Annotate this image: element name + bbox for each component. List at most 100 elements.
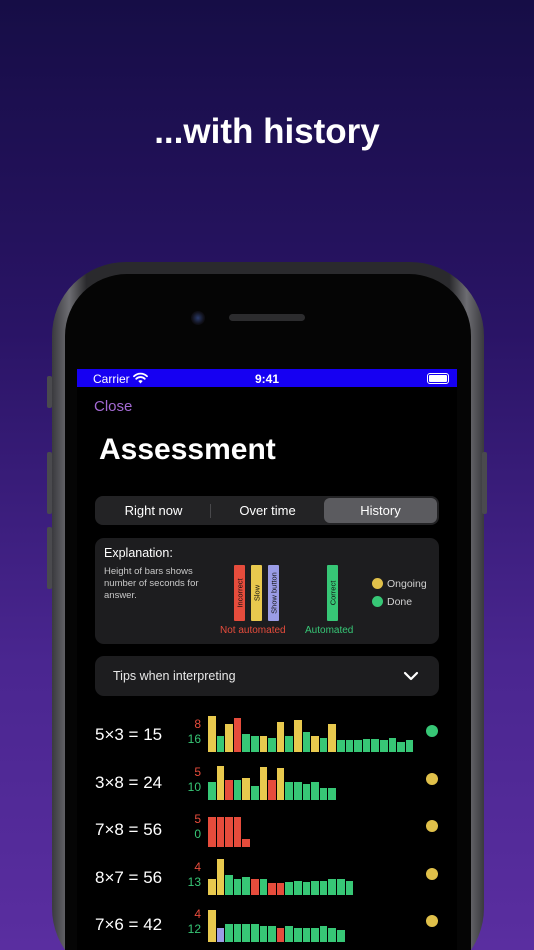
history-bar (345, 740, 354, 752)
fact-equation: 8×7 = 56 (95, 868, 163, 887)
history-bar (208, 817, 216, 847)
history-bar (208, 782, 216, 800)
history-bar (294, 881, 302, 895)
history-bar (251, 736, 259, 752)
explanation-description: Height of bars shows number of seconds f… (104, 566, 199, 601)
history-bar (276, 883, 285, 895)
history-bar (225, 780, 233, 800)
history-bar (216, 817, 225, 847)
status-dot-icon (426, 915, 438, 927)
history-bars (208, 855, 428, 895)
history-bar (216, 736, 225, 752)
history-bar (319, 926, 328, 942)
history-bar (311, 736, 319, 752)
legend-bar-incorrect: Incorrect (234, 565, 245, 621)
automated-caption: Automated (305, 625, 354, 636)
history-bar (337, 879, 345, 895)
history-bar (380, 740, 388, 752)
automated-count: 16 (187, 732, 201, 746)
tab-history[interactable]: History (324, 498, 437, 523)
fact-row[interactable]: 5×3 = 15 8 16 (77, 712, 457, 756)
history-bar (302, 732, 311, 752)
history-bar (216, 928, 225, 942)
history-bar (216, 859, 225, 895)
history-bar (294, 720, 302, 752)
close-button[interactable]: Close (94, 398, 132, 415)
tab-right-now[interactable]: Right now (97, 498, 210, 523)
not-automated-count: 4 (194, 907, 201, 921)
app-screen: Carrier 9:41 Close Assessment Right now … (77, 369, 457, 950)
legend-ongoing-label: Ongoing (387, 578, 427, 590)
status-dot-icon (426, 725, 438, 737)
history-bar (405, 740, 414, 752)
status-dot-icon (426, 820, 438, 832)
legend-label-slow: Slow (252, 584, 261, 602)
history-bar (251, 924, 259, 942)
legend-label-incorrect: Incorrect (235, 578, 244, 608)
history-bar (337, 930, 345, 942)
history-bar (242, 839, 250, 847)
fact-equation: 3×8 = 24 (95, 773, 163, 792)
history-bar (362, 739, 371, 752)
history-bar (259, 879, 268, 895)
not-automated-count: 5 (194, 812, 201, 826)
automated-count: 12 (187, 922, 201, 936)
history-bar (311, 928, 319, 942)
volume-down-button (47, 527, 52, 589)
history-bar (233, 718, 242, 752)
camera-icon (191, 311, 205, 325)
history-bars (208, 760, 428, 800)
history-bar (302, 784, 311, 800)
tips-label: Tips when interpreting (113, 669, 236, 683)
history-bar (319, 738, 328, 752)
history-bar (225, 875, 233, 895)
not-automated-count: 8 (194, 717, 201, 731)
history-bar (285, 882, 293, 895)
history-bar (276, 928, 285, 942)
history-bar (328, 788, 336, 800)
fact-row[interactable]: 7×6 = 42 4 12 (77, 902, 457, 946)
chevron-down-icon[interactable] (403, 668, 419, 684)
history-bar (208, 879, 216, 895)
fact-row[interactable]: 3×8 = 24 5 10 (77, 760, 457, 804)
tips-disclosure[interactable]: Tips when interpreting (95, 656, 439, 696)
clock: 9:41 (254, 372, 280, 386)
status-dot-icon (426, 868, 438, 880)
legend-ongoing: Ongoing (372, 578, 427, 590)
history-bar (371, 739, 379, 752)
history-bar (259, 767, 268, 800)
fact-row[interactable]: 8×7 = 56 4 13 (77, 855, 457, 899)
explanation-card: Explanation: Height of bars shows number… (95, 538, 439, 644)
legend-done: Done (372, 596, 412, 608)
history-bar (233, 817, 242, 847)
history-bar (294, 928, 302, 942)
history-bars (208, 807, 428, 847)
legend-label-show-button: Show button (269, 572, 278, 614)
automated-count: 10 (187, 780, 201, 794)
history-bar (276, 768, 285, 800)
history-bar (302, 928, 311, 942)
fact-row[interactable]: 7×8 = 56 5 0 (77, 807, 457, 851)
explanation-title: Explanation: (104, 546, 173, 560)
tab-over-time[interactable]: Over time (211, 498, 324, 523)
history-bar (259, 926, 268, 942)
history-bars (208, 902, 428, 942)
history-bar (268, 926, 276, 942)
automated-count: 13 (187, 875, 201, 889)
history-bar (216, 766, 225, 800)
history-bar (311, 881, 319, 895)
history-bar (285, 782, 293, 800)
history-bar (242, 778, 250, 800)
history-bar (225, 817, 233, 847)
history-bar (328, 724, 336, 752)
legend-bar-correct: Correct (327, 565, 338, 621)
history-bar (268, 738, 276, 752)
history-bar (294, 782, 302, 800)
history-bar (242, 924, 250, 942)
history-bar (268, 883, 276, 895)
legend-bar-slow: Slow (251, 565, 262, 621)
history-bar (345, 881, 354, 895)
history-bar (302, 882, 311, 895)
power-button (482, 452, 487, 514)
done-dot-icon (372, 596, 383, 607)
